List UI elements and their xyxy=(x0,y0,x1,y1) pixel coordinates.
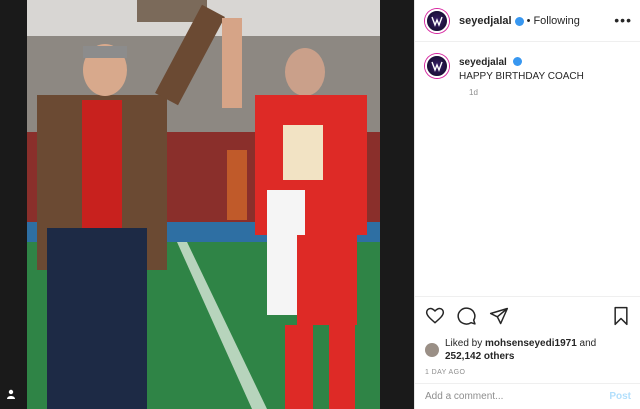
caption-text-block: seyedjalal HAPPY BIRTHDAY COACH xyxy=(459,56,584,84)
liked-by-user[interactable]: mohsenseyedi1971 xyxy=(485,338,577,349)
comment-input[interactable] xyxy=(425,391,610,402)
post-photo[interactable] xyxy=(27,0,380,409)
caption-area: seyedjalal HAPPY BIRTHDAY COACH 1d xyxy=(415,42,640,294)
media-area xyxy=(0,0,414,409)
caption-avatar[interactable] xyxy=(425,54,449,78)
verified-badge-icon xyxy=(514,17,524,26)
heart-icon[interactable] xyxy=(425,306,445,326)
more-options-icon[interactable]: ••• xyxy=(614,12,632,28)
likes-intro: Liked by xyxy=(445,338,486,349)
username-link[interactable]: seyedjalal xyxy=(459,15,512,27)
post-header: seyedjalal • Following ••• xyxy=(415,0,640,42)
action-icons xyxy=(425,305,631,327)
caption-text: HAPPY BIRTHDAY COACH xyxy=(459,71,584,82)
caption-timestamp[interactable]: 1d xyxy=(469,88,630,97)
avatar-logo-icon xyxy=(431,16,443,27)
instagram-post-view: seyedjalal • Following ••• seyedjalal HA… xyxy=(0,0,640,409)
likes-and: and xyxy=(576,338,597,349)
caption-row: seyedjalal HAPPY BIRTHDAY COACH xyxy=(425,54,630,84)
likes-summary: Liked by mohsenseyedi1971 and 252,142 ot… xyxy=(425,337,631,363)
photo-illustration xyxy=(27,0,380,409)
post-side-panel: seyedjalal • Following ••• seyedjalal HA… xyxy=(414,0,640,409)
action-bar: Liked by mohsenseyedi1971 and 252,142 ot… xyxy=(415,296,640,376)
caption-username[interactable]: seyedjalal xyxy=(459,57,507,68)
follow-button[interactable]: Following xyxy=(533,15,579,27)
comment-bar: Post xyxy=(415,383,640,409)
user-tag-icon[interactable] xyxy=(6,389,18,401)
separator-dot: • xyxy=(526,14,531,27)
share-icon[interactable] xyxy=(489,306,509,326)
bookmark-icon[interactable] xyxy=(611,306,631,326)
verified-badge-icon xyxy=(512,57,522,66)
likes-text: Liked by mohsenseyedi1971 and 252,142 ot… xyxy=(445,337,596,363)
avatar-logo-icon xyxy=(431,61,443,72)
post-comment-button[interactable]: Post xyxy=(609,391,631,402)
comment-icon[interactable] xyxy=(457,306,477,326)
post-date[interactable]: 1 DAY AGO xyxy=(425,369,631,376)
avatar[interactable] xyxy=(425,8,449,33)
likes-others-link[interactable]: 252,142 others xyxy=(445,351,515,362)
liker-avatar[interactable] xyxy=(425,343,439,357)
